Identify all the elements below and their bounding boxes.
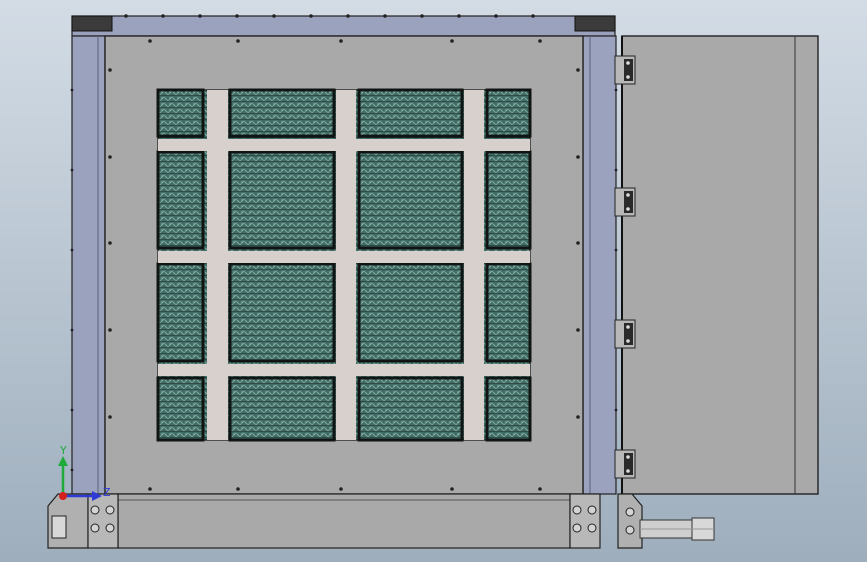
hinge-screw [626, 455, 630, 459]
hinge-screw [626, 61, 630, 65]
grid-bar-horizontal [158, 139, 530, 151]
rail-bolt [235, 14, 239, 18]
post-bolt [614, 408, 618, 412]
coil-cell [485, 150, 532, 250]
panel-bolt [538, 487, 542, 491]
side-door [621, 35, 819, 495]
z-axis-label: Z [103, 486, 111, 499]
rail-bolt [124, 14, 128, 18]
foot-bolt [105, 505, 115, 515]
coil-cell [156, 376, 205, 442]
hinge-screw [626, 193, 630, 197]
foot-bolt [625, 525, 635, 535]
coil-cell [228, 150, 336, 250]
base-frame [47, 493, 643, 549]
panel-bolt [108, 328, 112, 332]
coil-cell [485, 262, 532, 363]
post-bolt [70, 468, 74, 472]
rail-bolt [272, 14, 276, 18]
left-post [71, 35, 106, 495]
coil-cell [357, 88, 464, 138]
panel-bolt [236, 39, 240, 43]
coil-cell [156, 262, 205, 363]
coil-cell [357, 262, 464, 363]
panel-bolt [576, 155, 580, 159]
grid-bar-horizontal [158, 251, 530, 263]
foot-bolt [587, 505, 597, 515]
right-post [582, 35, 617, 495]
rail-bolt [309, 14, 313, 18]
panel-bolt [148, 487, 152, 491]
coil-cell [156, 88, 205, 138]
panel-bolt [450, 487, 454, 491]
foot-bolt [90, 505, 100, 515]
coil-cell [485, 88, 532, 138]
panel-bolt [576, 328, 580, 332]
panel-bolt [236, 487, 240, 491]
rail-bolt [457, 14, 461, 18]
coil-cell [228, 88, 336, 138]
hinge-screw [626, 75, 630, 79]
hinge-screw [626, 325, 630, 329]
rail-bolt [383, 14, 387, 18]
rail-bolt [346, 14, 350, 18]
panel-bolt [108, 241, 112, 245]
rail-bolt [494, 14, 498, 18]
hinge-screw [626, 339, 630, 343]
panel-bolt [108, 415, 112, 419]
post-bolt [614, 88, 618, 92]
coil-cell [357, 376, 464, 442]
coil-cell [485, 376, 532, 442]
foot-bolt [587, 523, 597, 533]
rail-bolt [531, 14, 535, 18]
panel-bolt [339, 487, 343, 491]
cad-drawing: Y Z [0, 0, 867, 562]
post-bolt [70, 328, 74, 332]
panel-bolt [148, 39, 152, 43]
rail-bolt [420, 14, 424, 18]
panel-bolt [339, 39, 343, 43]
coil-cell [357, 150, 464, 250]
foot-bolt [105, 523, 115, 533]
post-bolt [614, 248, 618, 252]
panel-bolt [576, 415, 580, 419]
coil-cell [228, 262, 336, 363]
panel-bolt [576, 68, 580, 72]
post-bolt [70, 408, 74, 412]
pipe-outlet [639, 517, 715, 541]
y-axis-label: Y [59, 444, 67, 457]
rail-bolt [161, 14, 165, 18]
foot-bolt [625, 507, 635, 517]
panel-bolt [450, 39, 454, 43]
grid-bar-horizontal [158, 364, 530, 376]
top-rail [71, 14, 616, 37]
foot-bolt [572, 505, 582, 515]
post-bolt [614, 168, 618, 172]
coil-grid [156, 88, 532, 442]
hinge-screw [626, 469, 630, 473]
foot-bolt [572, 523, 582, 533]
coil-cell [228, 376, 336, 442]
panel-bolt [538, 39, 542, 43]
post-bolt [70, 168, 74, 172]
post-bolt [70, 88, 74, 92]
hinge-screw [626, 207, 630, 211]
foot-bolt [90, 523, 100, 533]
coil-cell [156, 150, 205, 250]
rail-bolt [198, 14, 202, 18]
panel-bolt [108, 155, 112, 159]
cad-viewport[interactable]: Y Z [0, 0, 867, 562]
panel-bolt [108, 68, 112, 72]
post-bolt [70, 248, 74, 252]
panel-bolt [576, 241, 580, 245]
